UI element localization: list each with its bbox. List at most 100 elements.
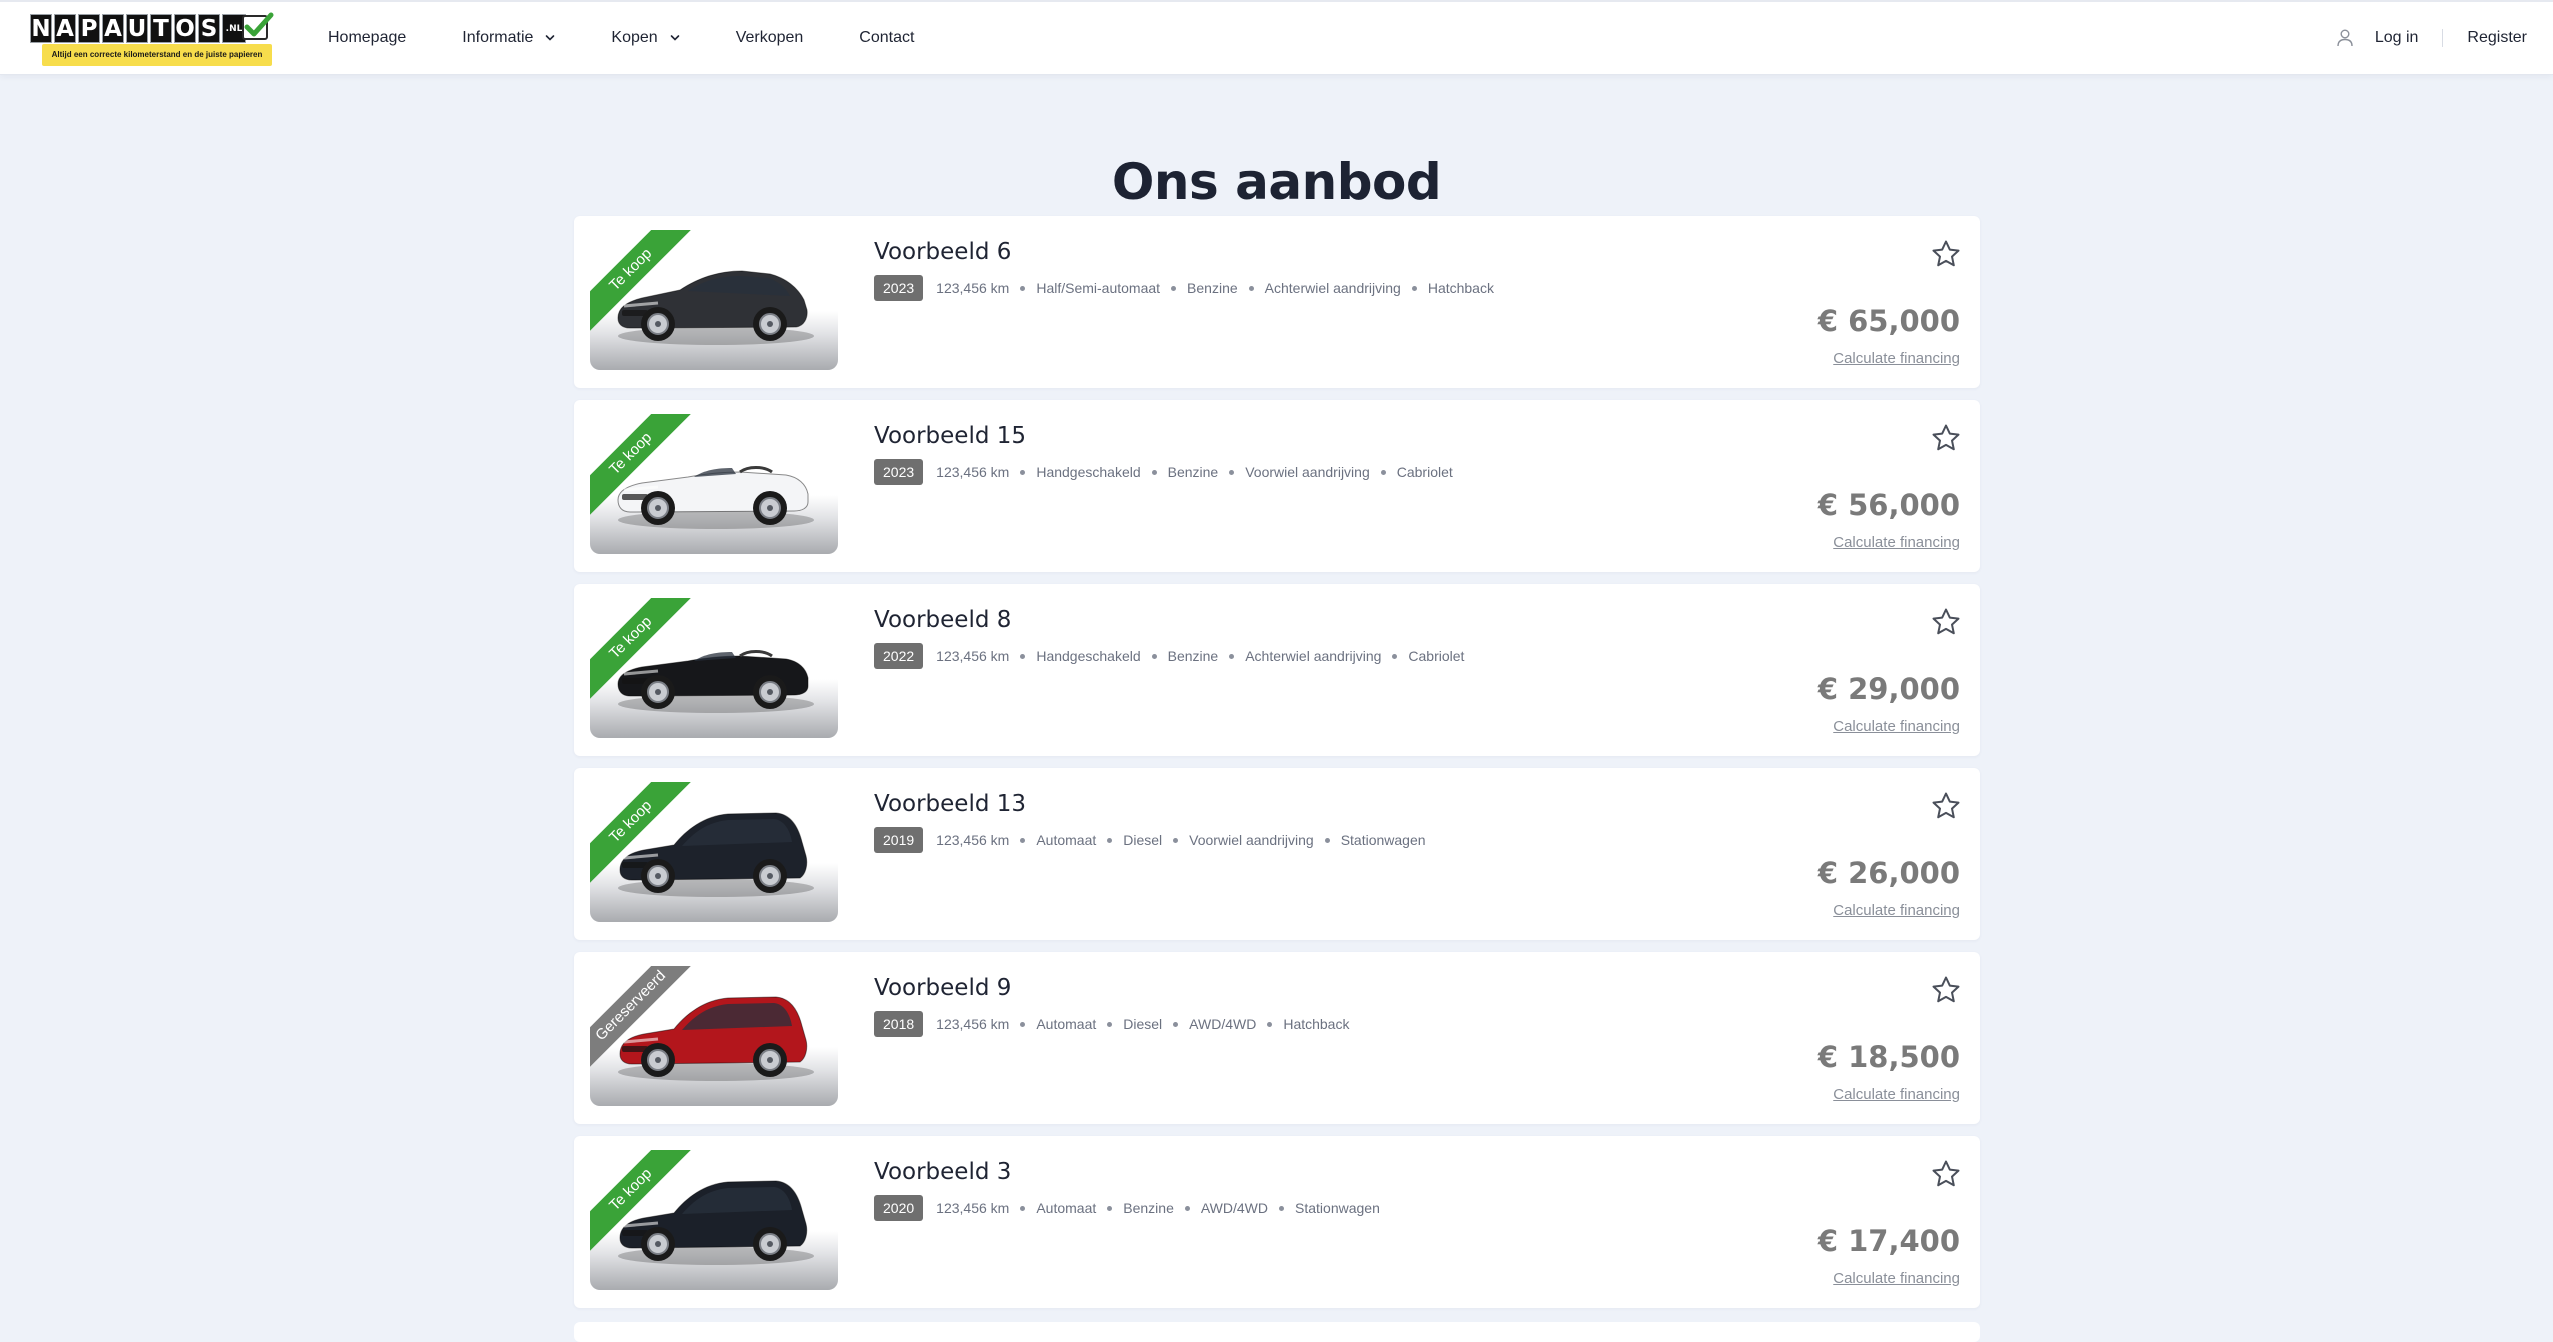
spec-item: 123,456 km [936, 1200, 1010, 1216]
account-divider [2442, 29, 2444, 47]
favorite-star-icon[interactable] [1930, 606, 1962, 638]
spec-separator [1020, 1021, 1026, 1027]
favorite-star-icon[interactable] [1930, 974, 1962, 1006]
listing-title[interactable]: Voorbeeld 8 [874, 604, 1011, 636]
main-nav: Homepage Informatie Kopen Verkopen Contact [328, 2, 970, 74]
favorite-star-icon[interactable] [1930, 1158, 1962, 1190]
spec-item: Achterwiel aandrijving [1264, 280, 1401, 296]
spec-separator [1107, 1205, 1113, 1211]
nav-item-verkopen[interactable]: Verkopen [736, 29, 804, 47]
nav-item-homepage[interactable]: Homepage [328, 29, 406, 47]
checkmark-icon [242, 12, 274, 40]
year-badge: 2018 [874, 1011, 924, 1037]
spec-list: 2019 123,456 km Automaat Diesel Voorwiel aan… [874, 827, 1426, 853]
nav-item-label: Verkopen [735, 29, 804, 46]
spec-item: 123,456 km [936, 1016, 1010, 1032]
spec-separator [1173, 837, 1179, 843]
car-photo[interactable]: Te koop [590, 598, 838, 738]
spec-item: Stationwagen [1340, 832, 1426, 848]
spec-separator [1020, 469, 1026, 475]
spec-separator [1107, 1021, 1113, 1027]
listing-card[interactable]: Gereserveerd Voorbeeld 9 2018 123,456 km Aut… [574, 952, 1980, 1124]
spec-list: 2022 123,456 km Handgeschakeld Benzine Achte… [874, 643, 1464, 669]
nav-item-label: Kopen [611, 29, 658, 46]
spec-separator [1279, 1205, 1285, 1211]
calculate-financing-link[interactable]: Calculate financing [1833, 718, 1960, 735]
listing-card-partial[interactable] [574, 1322, 1980, 1342]
nav-item-label: Homepage [328, 29, 407, 46]
spec-list: 2023 123,456 km Handgeschakeld Benzine Voorw… [874, 459, 1453, 485]
spec-list: 2018 123,456 km Automaat Diesel AWD/4WD Hatch… [874, 1011, 1349, 1037]
nav-item-label: Informatie [462, 29, 534, 46]
spec-item: Handgeschakeld [1036, 464, 1141, 480]
nav-item-contact[interactable]: Contact [859, 29, 914, 47]
car-photo[interactable]: Te koop [590, 414, 838, 554]
logo-tagline: Altijd een correcte kilometerstand en de… [42, 44, 272, 66]
account-links: Log in Register [2337, 2, 2527, 74]
listing-title[interactable]: Voorbeeld 6 [874, 236, 1011, 268]
car-photo[interactable]: Te koop [590, 1150, 838, 1290]
spec-item: 123,456 km [936, 280, 1010, 296]
spec-separator [1107, 837, 1113, 843]
listing-card[interactable]: Te koop Voorbeeld 3 2020 123,456 km Automaat… [574, 1136, 1980, 1308]
spec-item: Automaat [1036, 1016, 1097, 1032]
spec-separator [1229, 653, 1235, 659]
spec-separator [1151, 469, 1157, 475]
spec-item: Benzine [1187, 280, 1238, 296]
logo-letter: P [78, 14, 100, 43]
favorite-star-icon[interactable] [1930, 422, 1962, 454]
user-icon[interactable] [2337, 29, 2353, 47]
nav-item-kopen[interactable]: Kopen [611, 29, 679, 47]
listing-card[interactable]: Te koop Voorbeeld 8 2022 123,456 km Handgesc… [574, 584, 1980, 756]
spec-item: AWD/4WD [1189, 1016, 1257, 1032]
spec-separator [1020, 1205, 1026, 1211]
spec-item: 123,456 km [936, 648, 1010, 664]
car-photo[interactable]: Te koop [590, 230, 838, 370]
nav-item-label: Contact [859, 29, 915, 46]
year-badge: 2020 [874, 1195, 924, 1221]
spec-separator [1020, 837, 1026, 843]
nav-item-informatie[interactable]: Informatie [462, 29, 555, 47]
spec-item: Cabriolet [1396, 464, 1453, 480]
favorite-star-icon[interactable] [1930, 790, 1962, 822]
spec-item: Voorwiel aandrijving [1189, 832, 1314, 848]
favorite-star-icon[interactable] [1930, 238, 1962, 270]
logo-letter: T [150, 14, 172, 43]
site-header: N A P A U T O S .NL Altijd een correcte kilomete… [0, 0, 2553, 75]
listing-list: Te koop Voorbeeld 6 2023 123,456 km Half/Sem… [574, 216, 1980, 1320]
calculate-financing-link[interactable]: Calculate financing [1833, 350, 1960, 367]
site-logo[interactable]: N A P A U T O S .NL Altijd een correcte kilomete… [30, 12, 284, 66]
listing-title[interactable]: Voorbeeld 3 [874, 1156, 1011, 1188]
spec-item: Diesel [1123, 1016, 1163, 1032]
listing-card[interactable]: Te koop Voorbeeld 15 2023 123,456 km Handges… [574, 400, 1980, 572]
spec-item: Handgeschakeld [1036, 648, 1141, 664]
spec-separator [1229, 469, 1235, 475]
chevron-down-icon [670, 35, 679, 41]
spec-item: Hatchback [1427, 280, 1494, 296]
listing-price: € 29,000 [1817, 672, 1960, 706]
year-badge: 2023 [874, 459, 924, 485]
spec-item: Automaat [1036, 832, 1097, 848]
spec-item: Benzine [1167, 464, 1219, 480]
listing-title[interactable]: Voorbeeld 9 [874, 972, 1011, 1004]
calculate-financing-link[interactable]: Calculate financing [1833, 902, 1960, 919]
register-link[interactable]: Register [2467, 29, 2527, 47]
spec-item: Benzine [1167, 648, 1219, 664]
spec-item: 123,456 km [936, 464, 1010, 480]
calculate-financing-link[interactable]: Calculate financing [1833, 1270, 1960, 1287]
listing-card[interactable]: Te koop Voorbeeld 6 2023 123,456 km Half/Sem… [574, 216, 1980, 388]
listing-price: € 17,400 [1817, 1224, 1960, 1258]
car-photo[interactable]: Gereserveerd [590, 966, 838, 1106]
year-badge: 2019 [874, 827, 924, 853]
spec-item: Diesel [1123, 832, 1163, 848]
car-photo[interactable]: Te koop [590, 782, 838, 922]
login-link[interactable]: Log in [2375, 29, 2419, 47]
listing-title[interactable]: Voorbeeld 15 [874, 420, 1026, 452]
calculate-financing-link[interactable]: Calculate financing [1833, 534, 1960, 551]
listing-title[interactable]: Voorbeeld 13 [874, 788, 1026, 820]
logo-letter: O [174, 14, 196, 43]
spec-item: AWD/4WD [1200, 1200, 1269, 1216]
listing-card[interactable]: Te koop Voorbeeld 13 2019 123,456 km Automaa… [574, 768, 1980, 940]
calculate-financing-link[interactable]: Calculate financing [1833, 1086, 1960, 1103]
year-badge: 2023 [874, 275, 924, 301]
